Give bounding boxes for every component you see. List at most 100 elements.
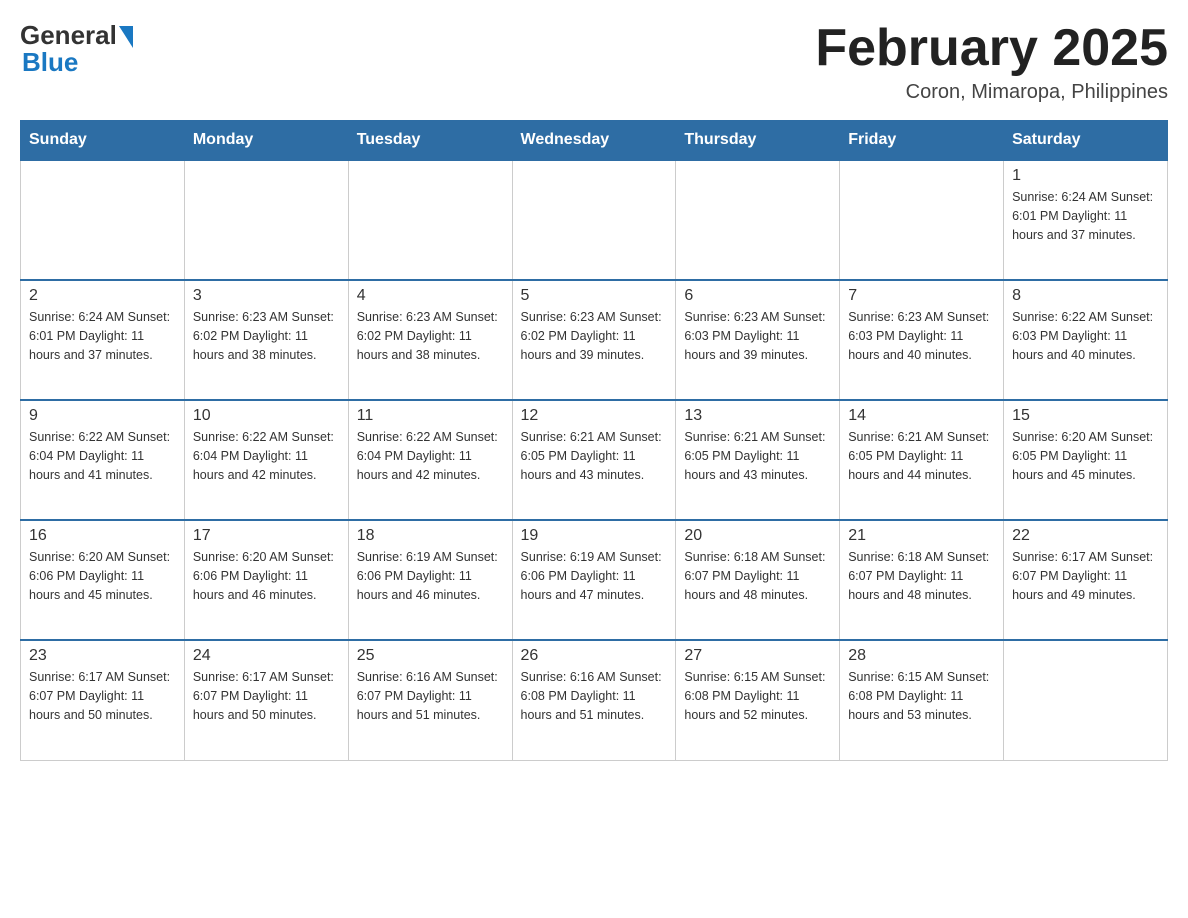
day-number: 6 — [684, 287, 831, 305]
logo-blue-text: Blue — [22, 47, 78, 78]
day-number: 10 — [193, 407, 340, 425]
month-title: February 2025 — [815, 20, 1168, 77]
calendar-day-cell: 25Sunrise: 6:16 AM Sunset: 6:07 PM Dayli… — [348, 640, 512, 760]
calendar-header: SundayMondayTuesdayWednesdayThursdayFrid… — [21, 121, 1168, 161]
calendar-day-cell — [840, 160, 1004, 280]
day-number: 13 — [684, 407, 831, 425]
calendar-day-cell: 10 Sunrise: 6:22 AM Sunset: 6:04 PM Dayli… — [184, 400, 348, 520]
day-number: 1 — [1012, 167, 1159, 185]
day-number: 14 — [848, 407, 995, 425]
day-info: Sunrise: 6:20 AM Sunset: 6:06 PM Dayligh… — [29, 548, 176, 604]
day-number: 8 — [1012, 287, 1159, 305]
day-number: 27 — [684, 647, 831, 665]
day-number: 18 — [357, 527, 504, 545]
day-of-week-header: Tuesday — [348, 121, 512, 161]
calendar-day-cell: 27 Sunrise: 6:15 AM Sunset: 6:08 PM Dayli… — [676, 640, 840, 760]
day-info: Sunrise: 6:20 AM Sunset: 6:06 PM Dayligh… — [193, 548, 340, 604]
day-info: Sunrise: 6:17 AM Sunset: 6:07 PM Dayligh… — [193, 668, 340, 724]
calendar-day-cell: 13 Sunrise: 6:21 AM Sunset: 6:05 PM Dayli… — [676, 400, 840, 520]
day-number: 4 — [357, 287, 504, 305]
day-number: 17 — [193, 527, 340, 545]
day-info: Sunrise: 6:23 AM Sunset: 6:03 PM Dayligh… — [848, 308, 995, 364]
day-number: 15 — [1012, 407, 1159, 425]
day-info: Sunrise: 6:17 AM Sunset: 6:07 PM Dayligh… — [1012, 548, 1159, 604]
logo: General Blue — [20, 20, 133, 78]
day-info: Sunrise: 6:15 AM Sunset: 6:08 PM Dayligh… — [848, 668, 995, 724]
calendar-day-cell: 18 Sunrise: 6:19 AM Sunset: 6:06 PM Dayli… — [348, 520, 512, 640]
calendar-day-cell: 20Sunrise: 6:18 AM Sunset: 6:07 PM Dayli… — [676, 520, 840, 640]
day-info: Sunrise: 6:22 AM Sunset: 6:04 PM Dayligh… — [357, 428, 504, 484]
calendar-day-cell: 8 Sunrise: 6:22 AM Sunset: 6:03 PM Daylig… — [1004, 280, 1168, 400]
calendar-day-cell — [21, 160, 185, 280]
days-of-week-row: SundayMondayTuesdayWednesdayThursdayFrid… — [21, 121, 1168, 161]
calendar-day-cell — [676, 160, 840, 280]
calendar-day-cell — [184, 160, 348, 280]
calendar-day-cell: 11 Sunrise: 6:22 AM Sunset: 6:04 PM Dayli… — [348, 400, 512, 520]
day-info: Sunrise: 6:21 AM Sunset: 6:05 PM Dayligh… — [684, 428, 831, 484]
day-of-week-header: Wednesday — [512, 121, 676, 161]
calendar-day-cell: 16 Sunrise: 6:20 AM Sunset: 6:06 PM Dayli… — [21, 520, 185, 640]
logo-triangle-icon — [119, 26, 133, 48]
calendar-day-cell — [512, 160, 676, 280]
location-text: Coron, Mimaropa, Philippines — [815, 81, 1168, 104]
day-of-week-header: Sunday — [21, 121, 185, 161]
day-number: 23 — [29, 647, 176, 665]
day-number: 25 — [357, 647, 504, 665]
calendar-day-cell: 19 Sunrise: 6:19 AM Sunset: 6:06 PM Dayli… — [512, 520, 676, 640]
calendar-body: 1 Sunrise: 6:24 AM Sunset: 6:01 PM Daylig… — [21, 160, 1168, 760]
day-number: 7 — [848, 287, 995, 305]
day-of-week-header: Monday — [184, 121, 348, 161]
day-info: Sunrise: 6:16 AM Sunset: 6:08 PM Dayligh… — [521, 668, 668, 724]
calendar-table: SundayMondayTuesdayWednesdayThursdayFrid… — [20, 120, 1168, 761]
day-number: 5 — [521, 287, 668, 305]
calendar-day-cell: 5 Sunrise: 6:23 AM Sunset: 6:02 PM Daylig… — [512, 280, 676, 400]
day-info: Sunrise: 6:17 AM Sunset: 6:07 PM Dayligh… — [29, 668, 176, 724]
day-number: 2 — [29, 287, 176, 305]
day-info: Sunrise: 6:22 AM Sunset: 6:03 PM Dayligh… — [1012, 308, 1159, 364]
page-header: General Blue February 2025 Coron, Mimaro… — [20, 20, 1168, 104]
calendar-day-cell — [348, 160, 512, 280]
day-info: Sunrise: 6:20 AM Sunset: 6:05 PM Dayligh… — [1012, 428, 1159, 484]
day-info: Sunrise: 6:24 AM Sunset: 6:01 PM Dayligh… — [29, 308, 176, 364]
calendar-day-cell: 21 Sunrise: 6:18 AM Sunset: 6:07 PM Dayli… — [840, 520, 1004, 640]
day-number: 22 — [1012, 527, 1159, 545]
calendar-day-cell: 22 Sunrise: 6:17 AM Sunset: 6:07 PM Dayli… — [1004, 520, 1168, 640]
calendar-day-cell: 2 Sunrise: 6:24 AM Sunset: 6:01 PM Daylig… — [21, 280, 185, 400]
day-of-week-header: Friday — [840, 121, 1004, 161]
day-info: Sunrise: 6:23 AM Sunset: 6:02 PM Dayligh… — [357, 308, 504, 364]
calendar-day-cell: 1 Sunrise: 6:24 AM Sunset: 6:01 PM Daylig… — [1004, 160, 1168, 280]
calendar-day-cell: 3 Sunrise: 6:23 AM Sunset: 6:02 PM Daylig… — [184, 280, 348, 400]
title-block: February 2025 Coron, Mimaropa, Philippin… — [815, 20, 1168, 104]
day-number: 11 — [357, 407, 504, 425]
day-number: 24 — [193, 647, 340, 665]
day-info: Sunrise: 6:21 AM Sunset: 6:05 PM Dayligh… — [521, 428, 668, 484]
calendar-day-cell: 26Sunrise: 6:16 AM Sunset: 6:08 PM Dayli… — [512, 640, 676, 760]
day-number: 21 — [848, 527, 995, 545]
calendar-day-cell — [1004, 640, 1168, 760]
calendar-day-cell: 23 Sunrise: 6:17 AM Sunset: 6:07 PM Dayli… — [21, 640, 185, 760]
day-info: Sunrise: 6:23 AM Sunset: 6:02 PM Dayligh… — [193, 308, 340, 364]
calendar-day-cell: 6Sunrise: 6:23 AM Sunset: 6:03 PM Daylig… — [676, 280, 840, 400]
calendar-day-cell: 28 Sunrise: 6:15 AM Sunset: 6:08 PM Dayli… — [840, 640, 1004, 760]
day-number: 3 — [193, 287, 340, 305]
day-info: Sunrise: 6:18 AM Sunset: 6:07 PM Dayligh… — [848, 548, 995, 604]
calendar-day-cell: 17 Sunrise: 6:20 AM Sunset: 6:06 PM Dayli… — [184, 520, 348, 640]
day-info: Sunrise: 6:19 AM Sunset: 6:06 PM Dayligh… — [357, 548, 504, 604]
day-number: 19 — [521, 527, 668, 545]
day-info: Sunrise: 6:19 AM Sunset: 6:06 PM Dayligh… — [521, 548, 668, 604]
day-number: 12 — [521, 407, 668, 425]
day-number: 9 — [29, 407, 176, 425]
day-info: Sunrise: 6:22 AM Sunset: 6:04 PM Dayligh… — [193, 428, 340, 484]
day-number: 28 — [848, 647, 995, 665]
calendar-day-cell: 15 Sunrise: 6:20 AM Sunset: 6:05 PM Dayli… — [1004, 400, 1168, 520]
calendar-day-cell: 9Sunrise: 6:22 AM Sunset: 6:04 PM Daylig… — [21, 400, 185, 520]
day-info: Sunrise: 6:23 AM Sunset: 6:02 PM Dayligh… — [521, 308, 668, 364]
day-info: Sunrise: 6:24 AM Sunset: 6:01 PM Dayligh… — [1012, 188, 1159, 244]
calendar-day-cell: 4 Sunrise: 6:23 AM Sunset: 6:02 PM Daylig… — [348, 280, 512, 400]
day-info: Sunrise: 6:15 AM Sunset: 6:08 PM Dayligh… — [684, 668, 831, 724]
calendar-day-cell: 12 Sunrise: 6:21 AM Sunset: 6:05 PM Dayli… — [512, 400, 676, 520]
day-number: 16 — [29, 527, 176, 545]
calendar-week-row: 9 Sunrise: 6:22 AM Sunset: 6:04 PM Daylig… — [21, 400, 1168, 520]
calendar-week-row: 23 Sunrise: 6:17 AM Sunset: 6:07 PM Dayli… — [21, 640, 1168, 760]
calendar-day-cell: 14Sunrise: 6:21 AM Sunset: 6:05 PM Dayli… — [840, 400, 1004, 520]
